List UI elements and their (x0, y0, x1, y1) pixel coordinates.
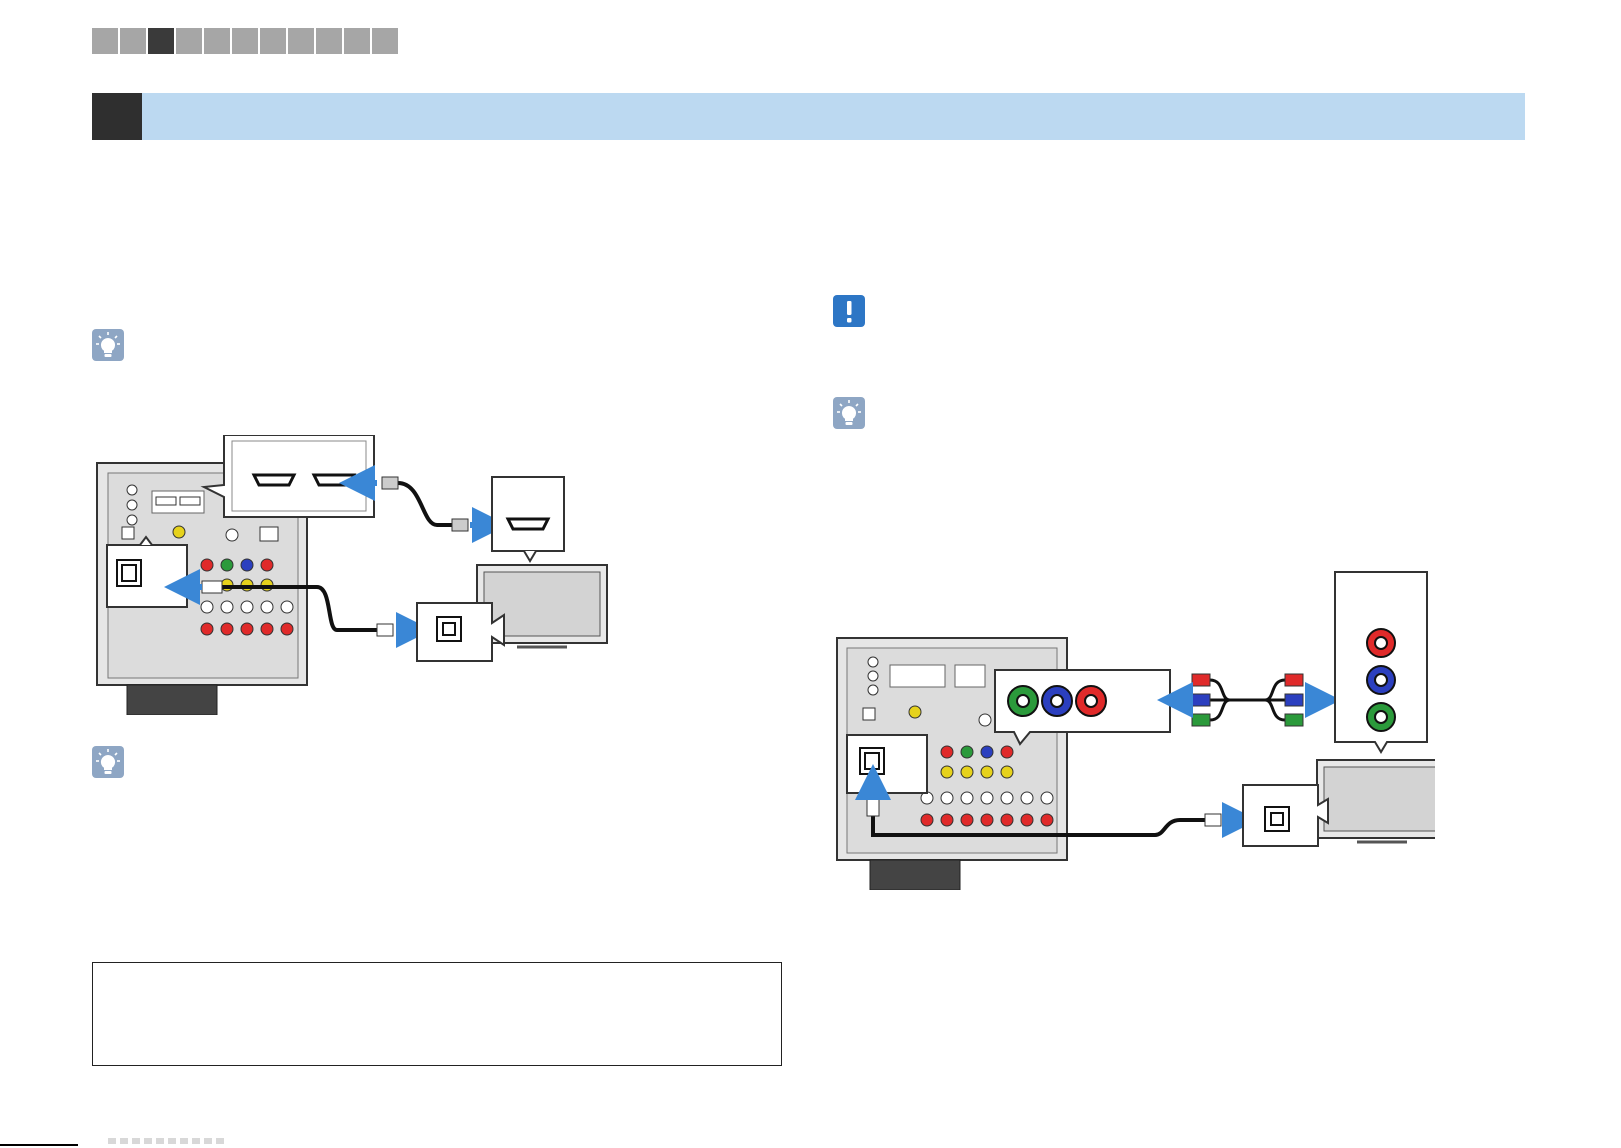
optical-in-callout (846, 734, 928, 794)
tv-component-in-callout (1334, 571, 1428, 754)
step-tab-8[interactable] (288, 28, 314, 54)
tv-hdmi-in-callout (491, 476, 565, 563)
component-cable (1191, 673, 1304, 727)
step-tab-7[interactable] (260, 28, 286, 54)
component-out-callout (994, 669, 1171, 746)
step-tab-4[interactable] (176, 28, 202, 54)
step-tab-2[interactable] (120, 28, 146, 54)
tv-icon (1316, 759, 1435, 844)
footer-page-marker (108, 1138, 228, 1144)
step-tab-6[interactable] (232, 28, 258, 54)
step-tab-11[interactable] (372, 28, 398, 54)
step-tab-10[interactable] (344, 28, 370, 54)
light-bulb-icon (833, 397, 865, 429)
step-navigation (92, 28, 398, 54)
component-connection-diagram (836, 571, 1435, 890)
step-tab-3[interactable] (148, 28, 174, 54)
tv-optical-out-callout (1242, 784, 1329, 847)
step-tab-1[interactable] (92, 28, 118, 54)
footer-rule (0, 1144, 78, 1146)
hdmi-connection-diagram (96, 435, 608, 715)
hdmi-out-callout (200, 435, 375, 518)
optical-in-callout (106, 535, 188, 608)
note-box (92, 962, 782, 1066)
light-bulb-icon (92, 329, 124, 361)
section-header (92, 93, 1525, 140)
hdmi-port-icon (251, 473, 297, 487)
tv-optical-out-callout (416, 602, 505, 662)
exclamation-icon (833, 295, 865, 327)
hdmi-port-icon (311, 473, 357, 487)
step-tab-9[interactable] (316, 28, 342, 54)
light-bulb-icon (92, 746, 124, 778)
section-number-box (92, 93, 142, 140)
step-tab-5[interactable] (204, 28, 230, 54)
